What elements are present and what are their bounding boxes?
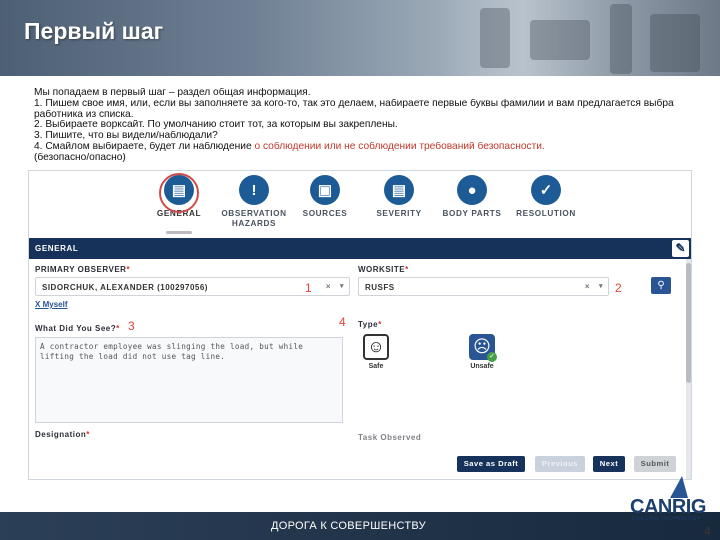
footer-bar: ДОРОГА К СОВЕРШЕНСТВУ: [0, 512, 720, 540]
worksite-label: WORKSITE*: [358, 265, 409, 274]
section-header: GENERAL ✎: [29, 238, 691, 259]
edit-icon[interactable]: ✎: [672, 240, 689, 257]
type-option-label: Safe: [368, 363, 384, 370]
smiley-face-icon: ☺: [363, 334, 389, 360]
required-marker: *: [116, 324, 120, 333]
submit-button[interactable]: Submit: [634, 456, 676, 472]
canrig-logo: CANRIG DRILLING TECHNOLOGY: [628, 476, 708, 526]
chevron-down-icon[interactable]: ▾: [599, 282, 603, 290]
instruction-line: 4. Смайлом выбираете, будет ли наблюдени…: [34, 142, 674, 153]
instruction-line: работника из списка.: [34, 109, 134, 120]
warning-icon: !: [239, 175, 269, 205]
page-number: 4: [704, 524, 711, 538]
sad-face-icon: ☹ ✓: [469, 334, 497, 362]
tab-resolution[interactable]: ✓ RESOLUTION: [503, 175, 589, 219]
instruction-highlight: о соблюдении или не соблюдении требовани…: [254, 141, 545, 152]
search-icon[interactable]: ⚲: [651, 277, 671, 294]
required-marker: *: [378, 320, 382, 329]
instruction-line: (безопасно/опасно): [34, 152, 126, 163]
header-banner: Первый шаг: [0, 0, 720, 76]
required-marker: *: [86, 430, 90, 439]
instruction-line: 3. Пишите, что вы видели/наблюдали?: [34, 131, 218, 142]
designation-label: Designation*: [35, 430, 90, 439]
clear-icon[interactable]: ×: [326, 282, 331, 291]
monitor-icon: ▣: [310, 175, 340, 205]
worksite-select[interactable]: RUSFS × ▾: [358, 277, 609, 296]
primary-observer-select[interactable]: SIDORCHUK, ALEXANDER (100297056) × ▾: [35, 277, 350, 296]
slide-title: Первый шаг: [24, 18, 164, 44]
save-as-draft-button[interactable]: Save as Draft: [457, 456, 525, 472]
slide: Первый шаг Мы попадаем в первый шаг – ра…: [0, 0, 720, 540]
tab-label: RESOLUTION: [516, 209, 576, 218]
gear-check-icon: ✓: [531, 175, 561, 205]
marker-3: 3: [128, 319, 135, 333]
marker-2: 2: [615, 281, 622, 295]
clear-icon[interactable]: ×: [585, 282, 590, 291]
footer-text: ДОРОГА К СОВЕРШЕНСТВУ: [271, 520, 426, 532]
clear-observer-link[interactable]: X: [35, 300, 40, 309]
myself-link[interactable]: Myself: [43, 300, 68, 309]
instruction-line: 1. Пишем свое имя, или, если вы заполняе…: [34, 98, 674, 109]
required-marker: *: [126, 265, 131, 274]
app-screenshot: ▤ GENERAL ! OBSERVATION HAZARDS ▣ SOURCE…: [28, 170, 692, 480]
active-tab-highlight-circle: [159, 173, 199, 213]
gauge-doc-icon: ▤: [384, 175, 414, 205]
what-did-you-see-label-text: What Did You See?: [35, 324, 117, 333]
logo-tagline: DRILLING TECHNOLOGY: [632, 516, 701, 522]
worksite-value: RUSFS: [365, 283, 395, 292]
previous-button[interactable]: Previous: [535, 456, 585, 472]
type-label-text: Type: [358, 320, 379, 329]
chevron-down-icon[interactable]: ▾: [340, 282, 344, 290]
section-title: GENERAL: [35, 244, 79, 253]
next-button[interactable]: Next: [593, 456, 625, 472]
marker-1: 1: [305, 281, 312, 295]
type-option-safe[interactable]: ☺ Safe: [356, 334, 396, 370]
scrollbar-thumb[interactable]: [686, 263, 691, 383]
instruction-line-4-start: 4. Смайлом выбираете, будет ли наблюдени…: [34, 141, 255, 152]
marker-4: 4: [339, 315, 346, 329]
primary-observer-label: PRIMARY OBSERVER*: [35, 265, 130, 274]
primary-observer-value: SIDORCHUK, ALEXANDER (100297056): [42, 283, 208, 292]
instructions: Мы попадаем в первый шаг – раздел общая …: [34, 88, 674, 164]
active-tab-indicator: [166, 231, 192, 234]
primary-observer-label-text: PRIMARY OBSERVER: [35, 265, 127, 274]
logo-sail-shape: [670, 476, 688, 498]
instruction-line: Мы попадаем в первый шаг – раздел общая …: [34, 88, 311, 98]
type-label: Type*: [358, 320, 382, 329]
what-did-you-see-textarea[interactable]: A contractor employee was slinging the l…: [35, 337, 343, 423]
type-option-label: Unsafe: [470, 363, 494, 370]
instruction-line: 2. Выбираете ворксайт. По умолчанию стои…: [34, 120, 398, 131]
task-observed-label: Task Observed: [358, 433, 422, 442]
worksite-label-text: WORKSITE: [358, 265, 406, 274]
person-icon: ●: [457, 175, 487, 205]
header-photo: [440, 0, 720, 76]
required-marker: *: [405, 265, 409, 274]
observer-links: X Myself: [35, 300, 67, 309]
designation-label-text: Designation: [35, 430, 87, 439]
check-icon: ✓: [487, 352, 497, 362]
what-did-you-see-label: What Did You See?*: [35, 324, 120, 333]
wizard-tabs: ▤ GENERAL ! OBSERVATION HAZARDS ▣ SOURCE…: [29, 171, 691, 237]
type-option-unsafe[interactable]: ☹ ✓ Unsafe: [462, 334, 502, 370]
scrollbar[interactable]: [686, 259, 691, 479]
